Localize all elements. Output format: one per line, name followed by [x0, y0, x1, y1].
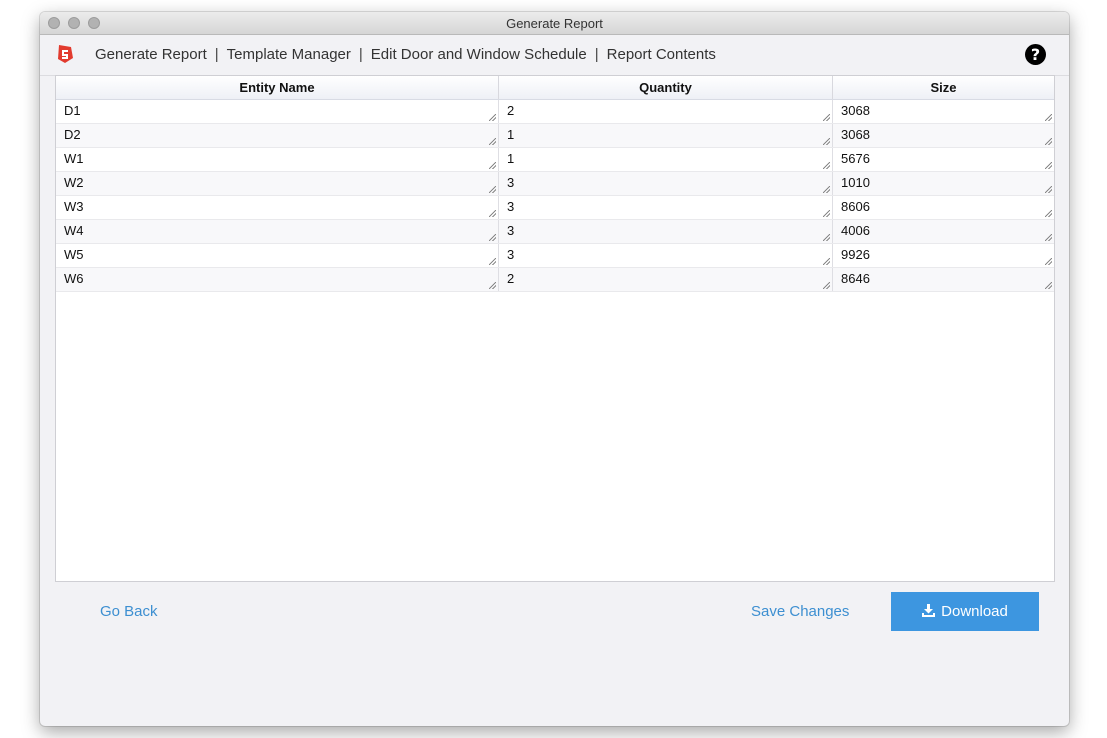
entity-name-field[interactable]: W4 — [56, 220, 498, 243]
entity-name-field[interactable]: W5 — [56, 244, 498, 267]
nav-separator: | — [594, 46, 599, 63]
entity-name-field[interactable]: W6 — [56, 268, 498, 291]
table-cell-size: 3068 — [833, 100, 1054, 123]
table-cell-quantity: 2 — [499, 100, 833, 123]
table-row: W2 3 1010 — [56, 172, 1054, 196]
go-back-button[interactable]: Go Back — [100, 603, 158, 620]
nav-links: Generate Report | Template Manager | Edit Do… — [95, 46, 716, 63]
table-cell-size: 5676 — [833, 148, 1054, 171]
entity-name-field[interactable]: D1 — [56, 100, 498, 123]
table-row: D2 1 3068 — [56, 124, 1054, 148]
table-row: W5 3 9926 — [56, 244, 1054, 268]
download-label: Download — [941, 603, 1008, 620]
quantity-field[interactable]: 1 — [499, 124, 832, 147]
nav-template-manager[interactable]: Template Manager — [227, 46, 351, 63]
size-field[interactable]: 4006 — [833, 220, 1054, 243]
table-cell-quantity: 2 — [499, 268, 833, 291]
table-cell-quantity: 3 — [499, 172, 833, 195]
nav-report-contents[interactable]: Report Contents — [607, 46, 716, 63]
table-cell-quantity: 3 — [499, 196, 833, 219]
size-field[interactable]: 3068 — [833, 124, 1054, 147]
nav-separator: | — [358, 46, 363, 63]
nav-separator: | — [214, 46, 219, 63]
quantity-field[interactable]: 1 — [499, 148, 832, 171]
quantity-field[interactable]: 2 — [499, 100, 832, 123]
table-cell-entity-name: W2 — [56, 172, 499, 195]
save-changes-button[interactable]: Save Changes — [751, 603, 849, 620]
table-row: W3 3 8606 — [56, 196, 1054, 220]
table-cell-quantity: 3 — [499, 244, 833, 267]
table-row: W4 3 4006 — [56, 220, 1054, 244]
table-cell-entity-name: W1 — [56, 148, 499, 171]
table-cell-entity-name: D2 — [56, 124, 499, 147]
size-field[interactable]: 8606 — [833, 196, 1054, 219]
report-window: Generate Report Generate Report | Template… — [40, 12, 1069, 726]
table-row: W6 2 8646 — [56, 268, 1054, 292]
table-cell-entity-name: W5 — [56, 244, 499, 267]
entity-name-field[interactable]: W1 — [56, 148, 498, 171]
entity-name-field[interactable]: W3 — [56, 196, 498, 219]
column-header-size[interactable]: Size — [833, 76, 1054, 99]
size-field[interactable]: 5676 — [833, 148, 1054, 171]
table-cell-size: 1010 — [833, 172, 1054, 195]
table-cell-entity-name: W3 — [56, 196, 499, 219]
quantity-field[interactable]: 3 — [499, 196, 832, 219]
help-icon[interactable]: ? — [1025, 44, 1046, 65]
table-row: W1 1 5676 — [56, 148, 1054, 172]
table-cell-quantity: 1 — [499, 124, 833, 147]
size-field[interactable]: 9926 — [833, 244, 1054, 267]
table-cell-size: 3068 — [833, 124, 1054, 147]
sketchup-logo-icon — [58, 45, 73, 63]
quantity-field[interactable]: 2 — [499, 268, 832, 291]
table-header: Entity Name Quantity Size — [56, 76, 1054, 100]
table-cell-quantity: 3 — [499, 220, 833, 243]
table-cell-size: 8646 — [833, 268, 1054, 291]
quantity-field[interactable]: 3 — [499, 220, 832, 243]
entity-name-field[interactable]: W2 — [56, 172, 498, 195]
entity-name-field[interactable]: D2 — [56, 124, 498, 147]
column-header-quantity[interactable]: Quantity — [499, 76, 833, 99]
download-icon — [922, 603, 936, 617]
size-field[interactable]: 1010 — [833, 172, 1054, 195]
table-cell-size: 9926 — [833, 244, 1054, 267]
table-cell-entity-name: W6 — [56, 268, 499, 291]
window-title: Generate Report — [506, 16, 603, 31]
column-header-entity-name[interactable]: Entity Name — [56, 76, 499, 99]
quantity-field[interactable]: 3 — [499, 172, 832, 195]
nav-bar: Generate Report | Template Manager | Edit Do… — [40, 35, 1069, 76]
table-cell-quantity: 1 — [499, 148, 833, 171]
table-cell-entity-name: W4 — [56, 220, 499, 243]
table-cell-size: 4006 — [833, 220, 1054, 243]
download-button[interactable]: Download — [891, 592, 1039, 631]
size-field[interactable]: 8646 — [833, 268, 1054, 291]
title-bar: Generate Report — [40, 12, 1069, 35]
size-field[interactable]: 3068 — [833, 100, 1054, 123]
table-cell-entity-name: D1 — [56, 100, 499, 123]
table-row: D1 2 3068 — [56, 100, 1054, 124]
quantity-field[interactable]: 3 — [499, 244, 832, 267]
nav-generate-report[interactable]: Generate Report — [95, 46, 207, 63]
nav-edit-door-window-schedule[interactable]: Edit Door and Window Schedule — [371, 46, 587, 63]
report-table: Entity Name Quantity Size D1 2 3068 D2 1 3068… — [55, 75, 1055, 582]
table-cell-size: 8606 — [833, 196, 1054, 219]
